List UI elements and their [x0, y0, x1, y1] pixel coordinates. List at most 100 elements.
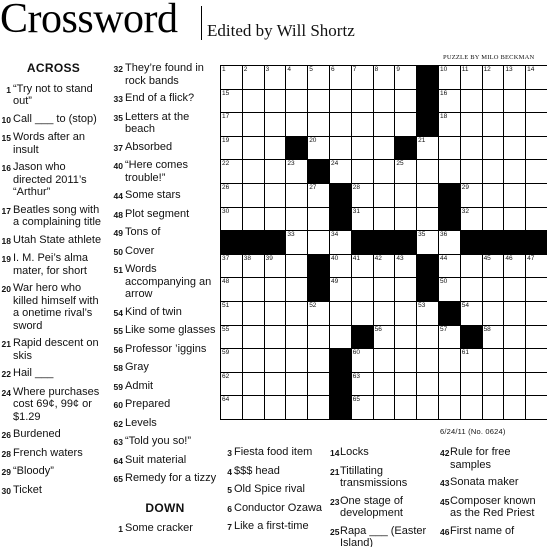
grid-cell[interactable] [526, 372, 547, 397]
clue-item[interactable]: 19 I. M. Pei’s alma mater, for short [0, 252, 107, 277]
grid-cell[interactable]: 51 [221, 301, 243, 326]
grid-cell[interactable]: 16 [438, 89, 461, 114]
grid-cell[interactable]: 18 [438, 113, 461, 137]
grid-cell[interactable] [329, 325, 352, 350]
grid-cell[interactable] [395, 325, 418, 350]
grid-cell[interactable] [242, 278, 265, 302]
grid-cell[interactable] [308, 325, 330, 350]
clue-item[interactable]: 54 Kind of twin [110, 306, 220, 320]
grid-cell[interactable]: 24 [329, 160, 352, 184]
grid-cell[interactable] [329, 136, 352, 161]
grid-cell[interactable] [286, 207, 309, 232]
grid-cell[interactable] [286, 301, 309, 326]
grid-cell[interactable] [482, 207, 505, 232]
grid-cell[interactable] [438, 160, 461, 184]
grid-cell[interactable] [482, 160, 505, 184]
grid-cell[interactable] [264, 301, 287, 326]
grid-cell[interactable] [395, 113, 418, 137]
grid-cell[interactable] [504, 372, 527, 397]
grid-cell[interactable] [308, 349, 330, 373]
grid-cell[interactable]: 6 [329, 66, 352, 90]
clue-item[interactable]: 51 Words accompanying an arrow [110, 263, 220, 301]
grid-cell[interactable] [264, 89, 287, 114]
grid-cell[interactable] [417, 183, 439, 208]
grid-cell[interactable] [308, 396, 330, 420]
clue-item[interactable]: 23 One stage of development [330, 495, 442, 520]
grid-cell[interactable] [286, 254, 309, 279]
grid-cell[interactable] [308, 207, 330, 232]
grid-cell[interactable] [308, 89, 330, 114]
grid-cell[interactable] [482, 278, 505, 302]
grid-cell[interactable]: 37 [221, 254, 243, 279]
grid-cell[interactable]: 56 [373, 325, 396, 350]
grid-cell[interactable]: 57 [438, 325, 461, 350]
grid-cell[interactable]: 61 [460, 349, 483, 373]
grid-cell[interactable] [286, 349, 309, 373]
grid-cell[interactable]: 26 [221, 183, 243, 208]
grid-cell[interactable] [373, 372, 396, 397]
grid-cell[interactable] [504, 113, 527, 137]
grid-cell[interactable] [351, 136, 374, 161]
grid-cell[interactable]: 30 [221, 207, 243, 232]
grid-cell[interactable] [504, 207, 527, 232]
grid-cell[interactable] [373, 113, 396, 137]
grid-cell[interactable]: 46 [504, 254, 527, 279]
clue-item[interactable]: 56 Professor ’iggins [110, 343, 220, 357]
grid-cell[interactable] [526, 136, 547, 161]
grid-cell[interactable] [308, 372, 330, 397]
grid-cell[interactable]: 23 [286, 160, 309, 184]
grid-cell[interactable] [264, 325, 287, 350]
grid-cell[interactable]: 2 [242, 66, 265, 90]
grid-cell[interactable] [242, 89, 265, 114]
grid-cell[interactable] [395, 396, 418, 420]
grid-cell[interactable] [395, 207, 418, 232]
grid-cell[interactable] [286, 89, 309, 114]
clue-item[interactable]: 18 Utah State athlete [0, 234, 107, 248]
clue-item[interactable]: 49 Tons of [110, 226, 220, 240]
grid-cell[interactable]: 11 [460, 66, 483, 90]
grid-cell[interactable]: 13 [504, 66, 527, 90]
clue-item[interactable]: 42 Rule for free samples [440, 446, 547, 471]
clue-item[interactable]: 35 Letters at the beach [110, 111, 220, 136]
grid-cell[interactable] [373, 160, 396, 184]
grid-cell[interactable] [460, 396, 483, 420]
grid-cell[interactable] [373, 89, 396, 114]
grid-cell[interactable] [286, 372, 309, 397]
grid-cell[interactable] [438, 372, 461, 397]
grid-cell[interactable] [504, 89, 527, 114]
clue-item[interactable]: 1 “Try not to stand out” [0, 83, 107, 108]
grid-cell[interactable] [482, 136, 505, 161]
grid-cell[interactable] [526, 349, 547, 373]
grid-cell[interactable]: 3 [264, 66, 287, 90]
grid-cell[interactable]: 31 [351, 207, 374, 232]
grid-cell[interactable]: 27 [308, 183, 330, 208]
clue-item[interactable]: 24 Where purchases cost 69¢, 99¢ or $1.29 [0, 386, 107, 424]
grid-cell[interactable] [395, 278, 418, 302]
grid-cell[interactable] [373, 301, 396, 326]
grid-cell[interactable]: 48 [221, 278, 243, 302]
grid-cell[interactable] [504, 396, 527, 420]
grid-cell[interactable]: 53 [417, 301, 439, 326]
grid-cell[interactable] [504, 278, 527, 302]
grid-cell[interactable] [460, 160, 483, 184]
grid-cell[interactable] [351, 89, 374, 114]
grid-cell[interactable] [460, 136, 483, 161]
clue-item[interactable]: 26 Burdened [0, 428, 107, 442]
clue-item[interactable]: 62 Levels [110, 417, 220, 431]
grid-cell[interactable] [482, 113, 505, 137]
grid-cell[interactable] [504, 301, 527, 326]
grid-cell[interactable]: 43 [395, 254, 418, 279]
clue-item[interactable]: 46 First name of [440, 525, 547, 539]
grid-cell[interactable] [482, 301, 505, 326]
grid-cell[interactable] [504, 160, 527, 184]
grid-cell[interactable]: 15 [221, 89, 243, 114]
clue-item[interactable]: 50 Cover [110, 245, 220, 259]
clue-item[interactable]: 45 Composer known as the Red Priest [440, 495, 547, 520]
grid-cell[interactable] [242, 183, 265, 208]
grid-cell[interactable] [373, 207, 396, 232]
grid-cell[interactable] [417, 349, 439, 373]
grid-cell[interactable]: 29 [460, 183, 483, 208]
grid-cell[interactable] [504, 325, 527, 350]
grid-cell[interactable] [526, 396, 547, 420]
grid-cell[interactable] [286, 183, 309, 208]
